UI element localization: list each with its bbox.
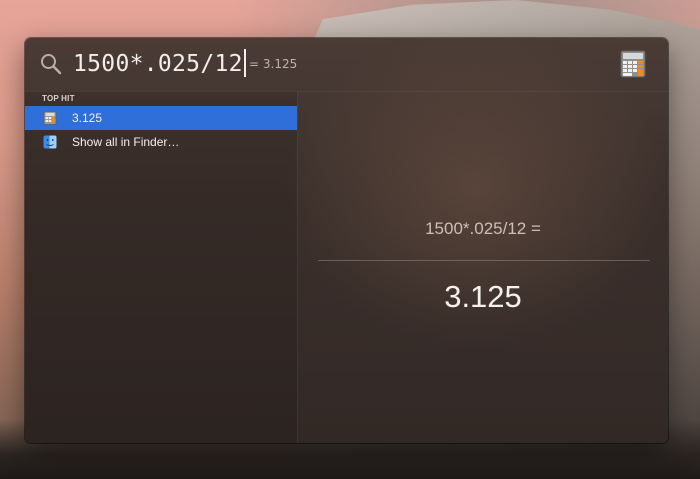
section-header-top-hit: TOP HIT [42,94,75,103]
preview-divider [318,260,650,261]
search-icon [39,52,63,76]
text-caret [244,49,246,77]
list-item-label: Show all in Finder… [72,135,180,149]
list-item-label: 3.125 [72,111,103,125]
search-input[interactable]: 1500*.025/12 [73,49,243,79]
preview-expression: 1500*.025/12 = [425,219,541,238]
preview-pane: 1500*.025/12 = 3.125 [298,91,668,443]
list-item[interactable]: Show all in Finder… [25,130,297,154]
spotlight-window: 1500*.025/12 = 3.125 TOP HIT 3.125 Show … [25,38,668,443]
inline-result: = 3.125 [249,57,298,71]
list-item[interactable]: 3.125 [25,106,297,130]
calculator-icon [620,50,646,78]
finder-icon [43,135,57,149]
results-list: TOP HIT 3.125 Show all in Finder… [25,91,298,443]
search-bar: 1500*.025/12 = 3.125 [25,38,668,92]
calculator-icon [43,111,57,125]
preview-result: 3.125 [444,279,522,314]
